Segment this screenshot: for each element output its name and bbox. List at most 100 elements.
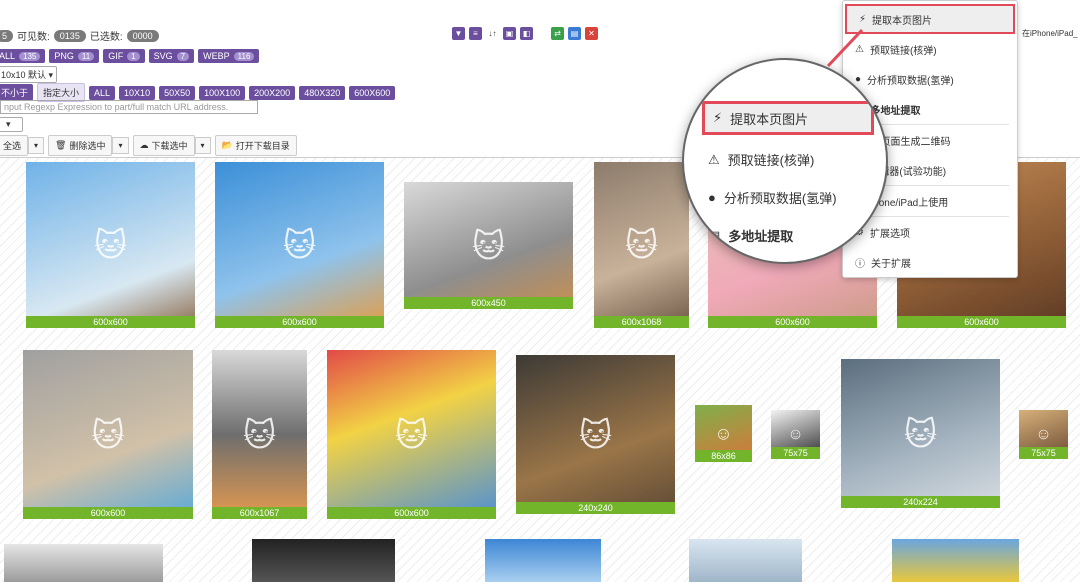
- size-all[interactable]: ALL: [89, 85, 116, 100]
- cloud-download-icon: ☁: [139, 140, 149, 150]
- warning-icon: ⚠: [708, 151, 720, 167]
- image-card[interactable]: 🐱 600x450: [404, 182, 573, 309]
- grid-icon[interactable]: ▣: [503, 27, 516, 40]
- delete-caret[interactable]: ▾: [112, 137, 129, 154]
- image-card[interactable]: 🐱 600x1067: [212, 350, 307, 519]
- image-size-caption: 600x1068: [594, 316, 689, 328]
- cat-image: 🐱: [282, 227, 317, 263]
- lightning-icon: ⚡: [859, 13, 867, 25]
- select-all-caret[interactable]: ▾: [28, 137, 45, 154]
- avatar-image: ☺: [1035, 425, 1052, 443]
- mode-select[interactable]: ▾: [0, 117, 23, 132]
- visible-label: 可见数:: [17, 32, 50, 43]
- swap-icon[interactable]: ⇄: [551, 27, 564, 40]
- size-50x50[interactable]: 50X50: [159, 85, 196, 100]
- image-size-caption: 600x600: [327, 507, 496, 519]
- callout-line: [826, 28, 864, 68]
- size-600x600[interactable]: 600X600: [349, 85, 396, 100]
- regex-input[interactable]: nput Regexp Expression to part/full matc…: [0, 100, 258, 114]
- image-card[interactable]: [892, 539, 1019, 582]
- select-all-button[interactable]: 全选: [0, 135, 29, 156]
- view-controls: ▼ ≡ ↓↑ ▣ ◧: [452, 27, 533, 40]
- image-card[interactable]: 🐱 600x600: [327, 350, 496, 519]
- size-200x200[interactable]: 200X200: [249, 85, 296, 100]
- cat-image: 🐱: [394, 416, 429, 453]
- menu-item-prefetch-links[interactable]: ⚠ 预取链接(核弹): [843, 34, 1017, 64]
- menu-item-extract-page-images[interactable]: ⚡ 提取本页图片: [845, 4, 1015, 34]
- mode-select-row: ▾: [0, 117, 23, 132]
- cat-image: 🐱: [903, 415, 938, 452]
- image-size-caption: 600x600: [897, 316, 1066, 328]
- image-card[interactable]: 🐱 240x224: [841, 359, 1000, 508]
- open-folder-button[interactable]: 📂 打开下载目录: [214, 135, 297, 156]
- filter-png[interactable]: PNG 11: [49, 49, 100, 63]
- zoom-item-multi-address[interactable]: ▤ 多地址提取: [708, 226, 793, 245]
- image-size-caption: 600x450: [404, 297, 573, 309]
- menu-item-options[interactable]: ⚙扩展选项: [843, 217, 1017, 247]
- image-card[interactable]: 🐱 600x600: [26, 162, 195, 328]
- image-card[interactable]: [4, 544, 163, 582]
- delete-selected-button[interactable]: 🗑 删除选中: [48, 135, 113, 156]
- zoom-item-analyze-prefetch[interactable]: ● 分析预取数据(氢弹): [708, 188, 837, 207]
- regex-row: nput Regexp Expression to part/full matc…: [0, 100, 258, 114]
- grid-size-select[interactable]: 10x10 默认 ▾: [0, 66, 58, 83]
- image-card[interactable]: [689, 539, 802, 582]
- image-card[interactable]: 🐱 600x600: [215, 162, 384, 328]
- visible-count: 0135: [53, 29, 86, 42]
- image-size-caption: 240x240: [516, 502, 675, 514]
- total-count: 5: [0, 29, 14, 42]
- close-icon[interactable]: ✕: [585, 27, 598, 40]
- zoom-item-extract-page-images[interactable]: ⚡ 提取本页图片: [702, 101, 874, 135]
- list-icon[interactable]: ≡: [469, 27, 482, 40]
- action-row: 全选 ▾ 🗑 删除选中 ▾ ☁ 下载选中 ▾ 📂 打开下载目录: [0, 135, 297, 156]
- download-selected-button[interactable]: ☁ 下载选中: [132, 135, 195, 156]
- avatar-image: ☺: [787, 425, 804, 443]
- image-card[interactable]: 🐱 600x1068: [594, 162, 689, 328]
- image-card[interactable]: [252, 539, 395, 582]
- image-card[interactable]: ☺ 75x75: [771, 410, 820, 459]
- size-100x100[interactable]: 100X100: [199, 85, 246, 100]
- image-card[interactable]: 🐱 600x600: [23, 350, 193, 519]
- type-filters: ALL 135 PNG 11 GIF 1 SVG 7 WEBP 116: [0, 49, 260, 63]
- grid-select-row: 10x10 默认 ▾: [0, 66, 58, 83]
- info-icon: ⓘ: [855, 258, 865, 270]
- image-card[interactable]: ☺ 75x75: [1019, 410, 1068, 459]
- lightning-icon: ⚡: [713, 110, 723, 125]
- folder-icon: 📂: [221, 140, 233, 150]
- filter-all[interactable]: ALL 135: [0, 49, 46, 63]
- image-size-caption: 86x86: [695, 450, 752, 462]
- filter-webp[interactable]: WEBP 116: [198, 49, 260, 63]
- image-size-caption: 600x1067: [212, 507, 307, 519]
- size-10x10[interactable]: 10X10: [119, 85, 156, 100]
- menu-item-about[interactable]: ⓘ 关于扩展: [843, 247, 1017, 277]
- size-480x320[interactable]: 480X320: [299, 85, 346, 100]
- image-card[interactable]: 🐱 240x240: [516, 355, 675, 514]
- image-size-caption: 600x600: [215, 316, 384, 328]
- bomb-icon: ●: [855, 73, 862, 85]
- list-icon: ▤: [708, 227, 721, 243]
- download-caret[interactable]: ▾: [194, 137, 211, 154]
- image-size-caption: 240x224: [841, 496, 1000, 508]
- layout-icon[interactable]: ◧: [520, 27, 533, 40]
- selected-label: 已选数:: [89, 32, 123, 43]
- filter-icon[interactable]: ▼: [452, 27, 465, 40]
- size-min-option[interactable]: 不小于: [0, 84, 34, 101]
- selected-count: 0000: [126, 29, 159, 42]
- cat-image: 🐱: [624, 227, 659, 263]
- extra-controls: ⇄ ▤ ✕: [551, 27, 598, 40]
- menu-item-analyze-prefetch[interactable]: ● 分析预取数据(氢弹): [843, 64, 1017, 94]
- zoom-item-prefetch-links[interactable]: ⚠ 预取链接(核弹): [708, 150, 814, 169]
- image-size-caption: 600x600: [26, 316, 195, 328]
- filter-gif[interactable]: GIF 1: [103, 49, 145, 63]
- image-card[interactable]: [485, 539, 601, 582]
- sort-icon[interactable]: ↓↑: [486, 27, 499, 40]
- cat-image: 🐱: [242, 416, 277, 453]
- image-size-caption: 75x75: [1019, 447, 1068, 459]
- cat-image: 🐱: [93, 227, 128, 263]
- filter-svg[interactable]: SVG 7: [148, 49, 195, 63]
- image-size-caption: 600x600: [708, 316, 877, 328]
- cat-image: 🐱: [471, 227, 506, 264]
- trash-icon: 🗑: [55, 140, 67, 150]
- image-card[interactable]: ☺ 86x86: [695, 405, 752, 462]
- document-icon[interactable]: ▤: [568, 27, 581, 40]
